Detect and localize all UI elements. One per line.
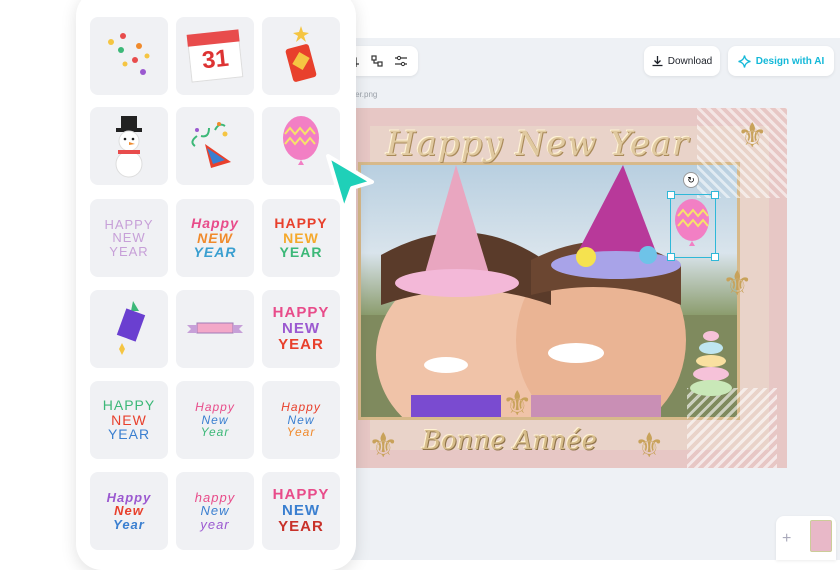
frame-title-bottom: Bonne Année	[422, 426, 597, 456]
resize-handle[interactable]	[667, 253, 675, 261]
sticker-hny-2[interactable]: Happy NEW YEAR	[176, 199, 254, 277]
hny-text: HAPPY NEW YEAR	[272, 486, 330, 535]
photo-canvas[interactable]: Happy New Year Bonne Année ⚜ ⚜ ⚜ ⚜ ⚜ ↻	[352, 108, 787, 468]
ai-sparkle-icon	[738, 54, 751, 68]
resize-handle[interactable]	[711, 191, 719, 199]
sticker-hny-9[interactable]: happy New year	[176, 472, 254, 550]
fleur-de-lis-icon: ⚜	[368, 426, 399, 466]
balloon-icon	[283, 116, 319, 165]
calendar-day: 31	[200, 44, 231, 75]
frame-title-top: Happy New Year	[386, 124, 690, 164]
hny-text: HAPPY NEW YEAR	[272, 304, 330, 353]
sticker-confetti[interactable]	[90, 17, 168, 95]
cursor-pointer-icon	[326, 154, 374, 212]
party-popper-icon	[191, 122, 231, 168]
hny-text: Happy New Year	[195, 400, 235, 440]
ribbon-banner-icon	[187, 322, 243, 334]
fleur-de-lis-icon: ⚜	[502, 384, 533, 424]
calendar-icon: 31	[186, 29, 244, 83]
sticker-hny-1[interactable]: HAPPY NEW YEAR	[90, 199, 168, 277]
layers-icon[interactable]	[370, 54, 384, 68]
hny-text: Happy New Year	[281, 400, 321, 440]
sticker-hny-6[interactable]: Happy New Year	[176, 381, 254, 459]
sticker-hny-5[interactable]: HAPPY NEW YEAR	[90, 381, 168, 459]
fleur-de-lis-icon: ⚜	[737, 116, 768, 156]
page-thumbnails: +	[776, 516, 836, 560]
design-with-ai-label: Design with AI	[755, 55, 825, 67]
resize-handle[interactable]	[667, 191, 675, 199]
selection-box[interactable]	[667, 191, 719, 261]
page-thumbnail[interactable]	[810, 520, 832, 552]
sticker-panel: 31 HAPPY NEW YEAR Happy NEW YEAR HAPPY N…	[76, 0, 356, 570]
sticker-banner[interactable]	[176, 290, 254, 368]
download-button[interactable]: Download	[644, 46, 720, 76]
sticker-hny-4[interactable]: HAPPY NEW YEAR	[262, 290, 340, 368]
design-with-ai-button[interactable]: Design with AI	[728, 46, 834, 76]
confetti-icon	[108, 33, 150, 75]
adjust-icon[interactable]	[394, 54, 408, 68]
hny-text: Happy New Year	[106, 489, 152, 532]
sticker-hny-7[interactable]: Happy New Year	[262, 381, 340, 459]
sticker-firecracker[interactable]	[262, 17, 340, 95]
rocket-firework-icon	[116, 301, 146, 355]
sticker-calendar[interactable]: 31	[176, 17, 254, 95]
hny-text: Happy NEW YEAR	[191, 214, 239, 261]
hny-text: HAPPY NEW YEAR	[104, 216, 154, 259]
hny-text: HAPPY NEW YEAR	[274, 214, 328, 261]
sticker-snowman[interactable]	[90, 107, 168, 185]
firecracker-icon	[285, 26, 317, 82]
sticker-hny-8[interactable]: Happy New Year	[90, 472, 168, 550]
resize-handle[interactable]	[711, 253, 719, 261]
rotate-handle[interactable]: ↻	[683, 172, 699, 188]
sticker-hny-10[interactable]: HAPPY NEW YEAR	[262, 472, 340, 550]
sticker-rocket[interactable]	[90, 290, 168, 368]
snowman-icon	[115, 116, 143, 178]
download-icon	[652, 55, 663, 66]
sticker-party-popper[interactable]	[176, 107, 254, 185]
download-label: Download	[667, 55, 713, 67]
hny-text: happy New year	[194, 489, 236, 532]
fleur-de-lis-icon: ⚜	[634, 426, 665, 466]
fleur-de-lis-icon: ⚜	[722, 264, 753, 304]
hny-text: HAPPY NEW YEAR	[102, 396, 156, 443]
add-page-icon[interactable]: +	[782, 530, 791, 548]
macaron-tower-icon	[690, 331, 732, 396]
